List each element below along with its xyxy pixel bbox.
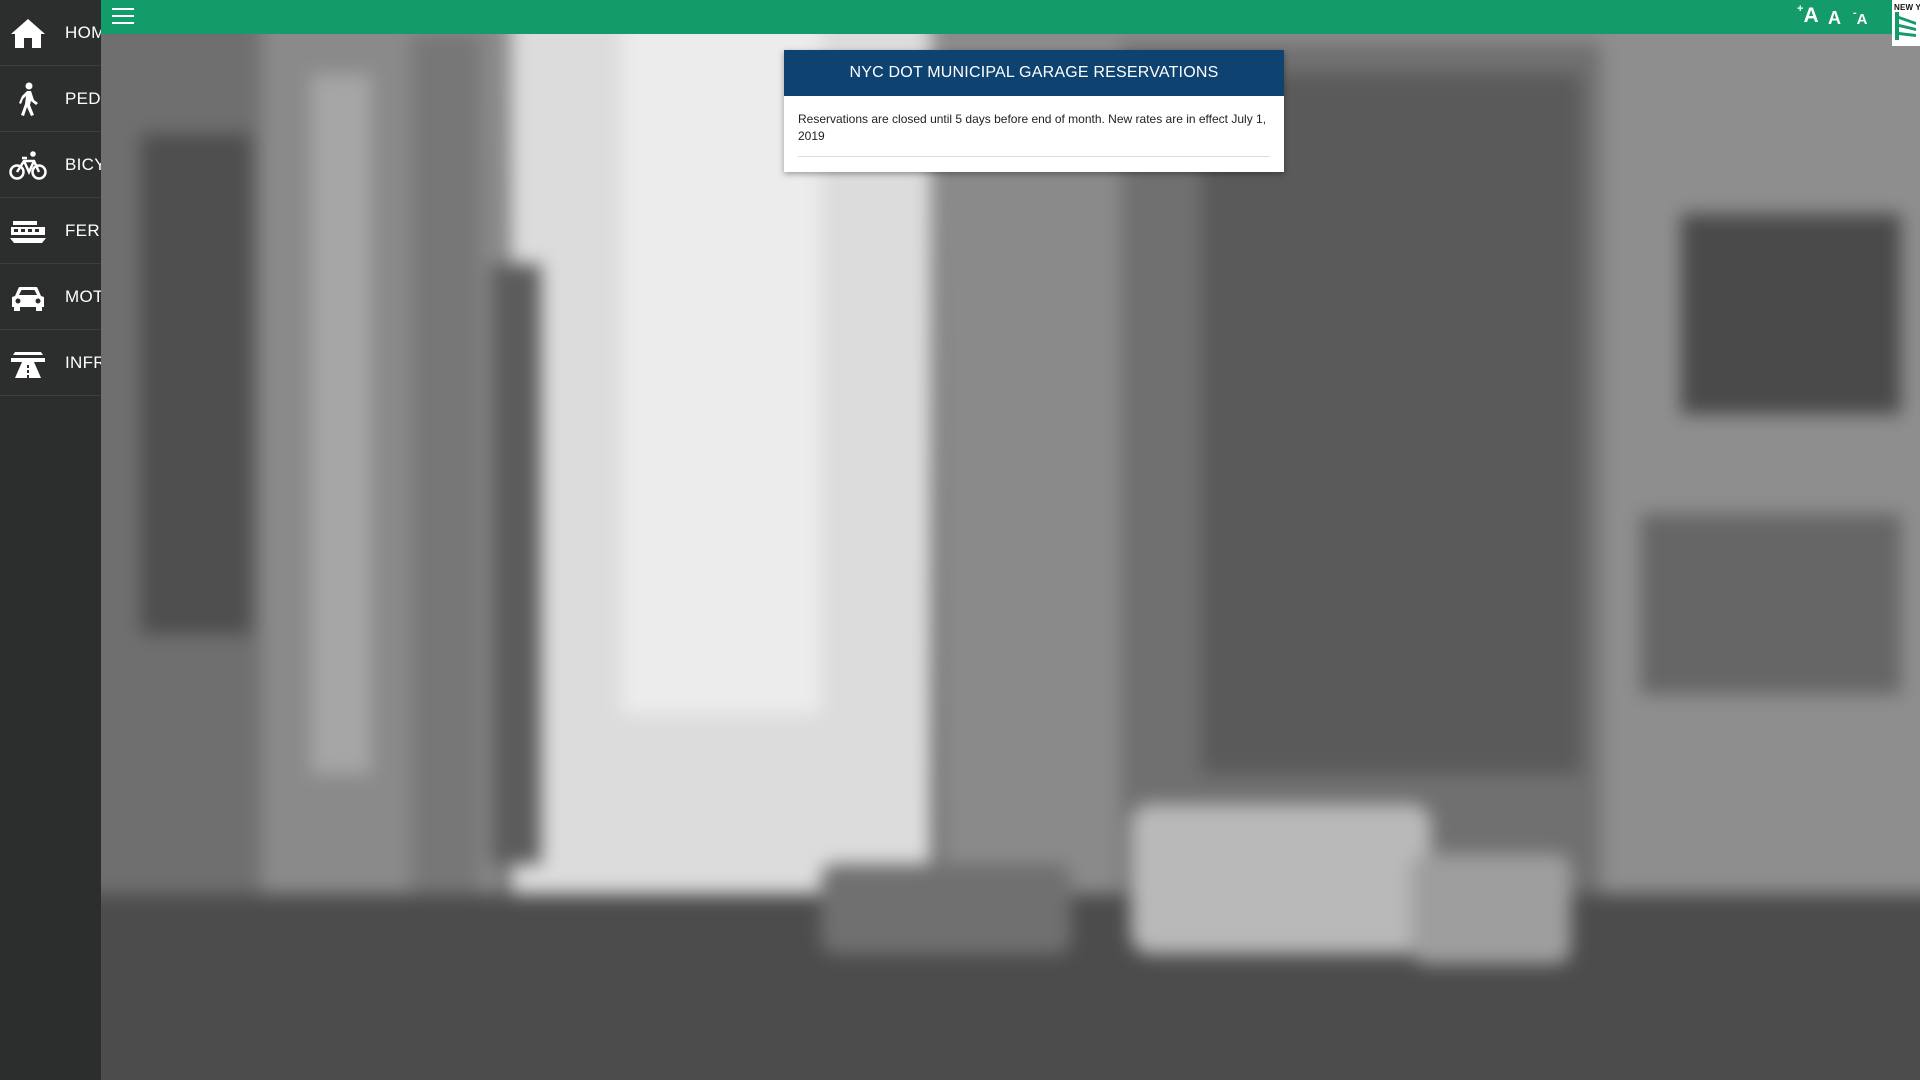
sidebar-item-label: BICY — [65, 155, 101, 174]
font-increase-label: A — [1803, 4, 1819, 27]
bicycle-icon — [9, 151, 47, 180]
hamburger-menu-icon[interactable] — [112, 8, 134, 25]
nyc-logo[interactable]: NEW Y — [1892, 0, 1920, 46]
car-icon — [12, 287, 44, 311]
minus-sign: - — [1853, 7, 1857, 19]
font-decrease-label: A — [1856, 11, 1868, 28]
top-bar: +A A -A NEW Y — [101, 0, 1920, 46]
sidebar-item-label: FERR — [65, 221, 101, 240]
sidebar-item-infrastructure[interactable]: INFR — [0, 330, 101, 396]
home-icon — [11, 19, 45, 48]
app-window: HOM PEDE BICY — [0, 0, 1920, 1080]
ferry-icon — [10, 221, 46, 243]
dialog-title: NYC DOT MUNICIPAL GARAGE RESERVATIONS — [784, 50, 1284, 96]
sidebar-item-ferry[interactable]: FERR — [0, 198, 101, 264]
background-city-image — [101, 34, 1920, 1080]
sidebar-item-pedestrian[interactable]: PEDE — [0, 66, 101, 132]
sidebar-item-label: HOM — [65, 23, 101, 42]
font-increase-button[interactable]: +A — [1797, 3, 1819, 27]
dialog-message: Reservations are closed until 5 days bef… — [798, 111, 1270, 157]
road-icon — [11, 352, 45, 378]
sidebar: HOM PEDE BICY — [0, 0, 101, 1080]
logo-mark-icon — [1895, 12, 1916, 40]
plus-sign: + — [1797, 3, 1804, 15]
pedestrian-icon — [19, 82, 38, 116]
dialog-body: Reservations are closed until 5 days bef… — [784, 96, 1284, 157]
sidebar-item-label: MOT — [65, 287, 101, 306]
sidebar-item-home[interactable]: HOM — [0, 0, 101, 66]
font-default-label: A — [1828, 8, 1841, 28]
font-default-button[interactable]: A — [1828, 9, 1841, 27]
sidebar-item-label: INFR — [65, 353, 101, 372]
font-decrease-button[interactable]: -A — [1853, 7, 1868, 28]
sidebar-item-motorists[interactable]: MOT — [0, 264, 101, 330]
background-blur-layer — [101, 34, 1920, 1080]
sidebar-item-bicycle[interactable]: BICY — [0, 132, 101, 198]
garage-reservations-dialog: NYC DOT MUNICIPAL GARAGE RESERVATIONS Re… — [784, 50, 1284, 172]
sidebar-item-label: PEDE — [65, 89, 101, 108]
